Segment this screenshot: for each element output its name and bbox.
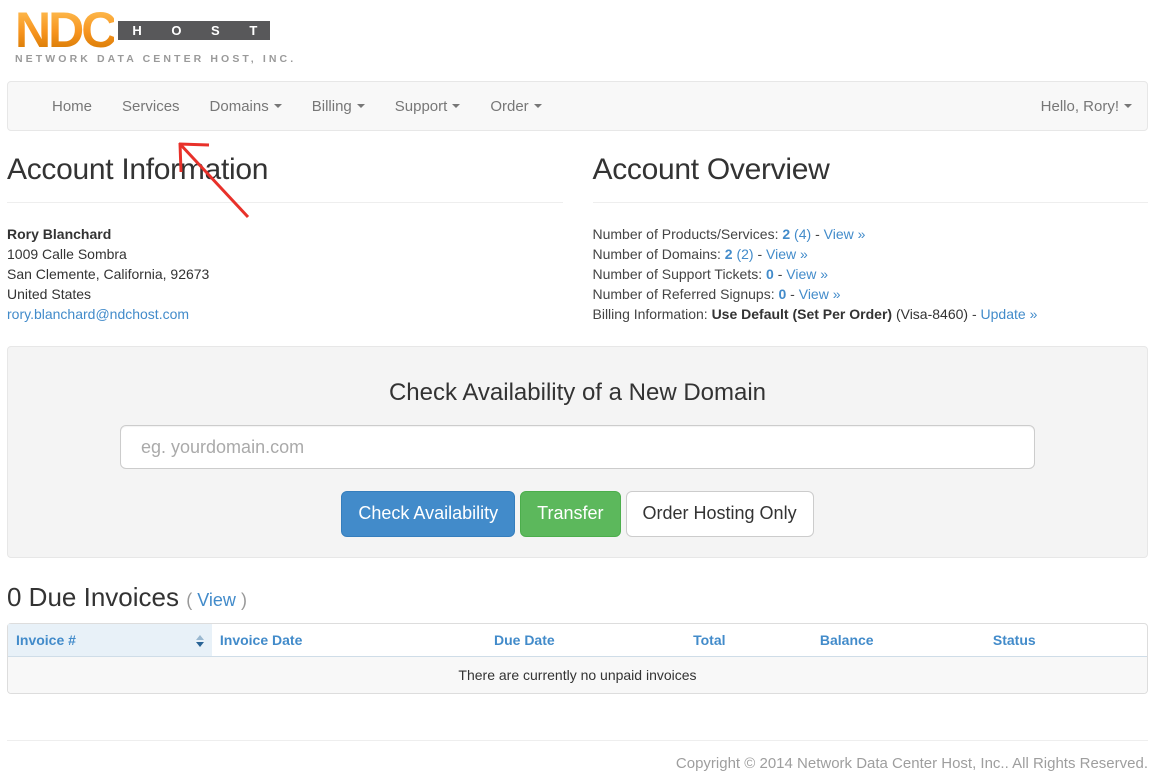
view-tickets-link[interactable]: View » [786,266,828,282]
due-invoices-heading: 0 Due Invoices ( View ) [7,582,1148,613]
column-header-invoice-number[interactable]: Invoice # [8,624,212,657]
column-header-due-date[interactable]: Due Date [476,624,563,657]
stat-label: Number of Support Tickets: [593,266,763,282]
check-availability-button[interactable]: Check Availability [341,491,515,537]
column-header-invoice-date[interactable]: Invoice Date [212,624,476,657]
user-menu-label: Hello, Rory! [1041,98,1119,115]
sort-up-icon [196,635,204,640]
address-line-2: San Clemente, California, 92673 [7,264,563,284]
main-navbar: Home Services Domains Billing Support Or… [7,81,1148,131]
caret-down-icon [1124,104,1132,108]
nav-item-billing[interactable]: Billing [297,82,380,130]
stat-label: Number of Referred Signups: [593,286,775,302]
stat-label: Billing Information: [593,306,708,322]
divider [7,202,563,203]
nav-item-label: Domains [210,98,269,115]
caret-down-icon [357,104,365,108]
account-address-block: Rory Blanchard 1009 Calle Sombra San Cle… [7,224,563,324]
nav-item-domains[interactable]: Domains [195,82,297,130]
copyright-text: Copyright © 2014 Network Data Center Hos… [7,755,1148,772]
domain-check-panel: Check Availability of a New Domain Check… [7,346,1148,558]
separator: - [778,266,783,282]
nav-item-order[interactable]: Order [475,82,556,130]
view-signups-link[interactable]: View » [799,286,841,302]
domain-buttons-row: Check Availability Transfer Order Hostin… [120,491,1035,537]
billing-default-value: Use Default (Set Per Order) [712,306,893,322]
nav-item-label: Home [52,98,92,115]
sort-down-icon [196,642,204,647]
logo-tagline: NETWORK DATA CENTER HOST, INC. [15,53,1148,65]
nav-item-home[interactable]: Home [37,82,107,130]
stat-label: Number of Products/Services: [593,226,779,242]
separator: - [815,226,820,242]
update-billing-link[interactable]: Update » [981,306,1038,322]
stat-domains: Number of Domains: 2 (2) - View » [593,244,1149,264]
stat-billing-information: Billing Information: Use Default (Set Pe… [593,304,1149,324]
nav-item-label: Support [395,98,448,115]
account-information-title: Account Information [7,153,563,187]
stat-label: Number of Domains: [593,246,721,262]
domain-input[interactable] [120,425,1035,469]
caret-down-icon [452,104,460,108]
logo-host-badge: H O S T [118,21,270,40]
column-header-balance[interactable]: Balance [734,624,882,657]
domain-check-title: Check Availability of a New Domain [120,379,1035,407]
stat-value: 2 [725,246,733,262]
sort-icon [196,635,204,647]
address-country: United States [7,284,563,304]
account-email-link[interactable]: rory.blanchard@ndchost.com [7,306,189,322]
view-domains-link[interactable]: View » [766,246,808,262]
column-label: Invoice # [16,632,76,648]
overview-columns: Account Information Rory Blanchard 1009 … [7,131,1148,324]
stat-value: 0 [778,286,786,302]
paren: ) [241,590,247,610]
stat-support-tickets: Number of Support Tickets: 0 - View » [593,264,1149,284]
nav-item-label: Order [490,98,528,115]
logo-ndc-text: NDC [15,10,114,50]
nav-item-services[interactable]: Services [107,82,195,130]
nav-item-label: Services [122,98,180,115]
stat-value: 0 [766,266,774,282]
account-overview-title: Account Overview [593,153,1149,187]
transfer-button[interactable]: Transfer [520,491,620,537]
billing-card: (Visa-8460) [896,306,968,322]
account-overview-stats: Number of Products/Services: 2 (4) - Vie… [593,224,1149,324]
paren: ( [186,590,192,610]
separator: - [757,246,762,262]
view-products-link[interactable]: View » [824,226,866,242]
invoices-table: Invoice # Invoice Date Due Date Total Ba… [7,623,1148,694]
caret-down-icon [534,104,542,108]
stat-extra: (2) [736,246,753,262]
separator: - [790,286,795,302]
column-header-status[interactable]: Status [882,624,1147,657]
address-line-1: 1009 Calle Sombra [7,244,563,264]
user-menu[interactable]: Hello, Rory! [1041,82,1132,130]
due-invoices-title: 0 Due Invoices [7,582,179,612]
separator: - [972,306,977,322]
column-header-total[interactable]: Total [563,624,734,657]
nav-item-support[interactable]: Support [380,82,476,130]
due-invoices-view: ( View ) [186,590,247,610]
account-information-section: Account Information Rory Blanchard 1009 … [7,131,563,324]
order-hosting-only-button[interactable]: Order Hosting Only [626,491,814,537]
footer-divider [7,740,1148,741]
site-logo[interactable]: NDC H O S T NETWORK DATA CENTER HOST, IN… [7,0,1148,65]
account-holder-name: Rory Blanchard [7,224,563,244]
empty-invoices-row: There are currently no unpaid invoices [8,657,1147,693]
nav-list: Home Services Domains Billing Support Or… [23,82,557,130]
page: NDC H O S T NETWORK DATA CENTER HOST, IN… [0,0,1155,772]
divider [593,202,1149,203]
empty-invoices-message: There are currently no unpaid invoices [8,657,1147,693]
caret-down-icon [274,104,282,108]
nav-item-label: Billing [312,98,352,115]
invoices-header-row: Invoice # Invoice Date Due Date Total Ba… [8,624,1147,657]
view-invoices-link[interactable]: View [197,590,236,610]
stat-value: 2 [782,226,790,242]
stat-extra: (4) [794,226,811,242]
account-overview-section: Account Overview Number of Products/Serv… [593,131,1149,324]
stat-referred-signups: Number of Referred Signups: 0 - View » [593,284,1149,304]
stat-products-services: Number of Products/Services: 2 (4) - Vie… [593,224,1149,244]
